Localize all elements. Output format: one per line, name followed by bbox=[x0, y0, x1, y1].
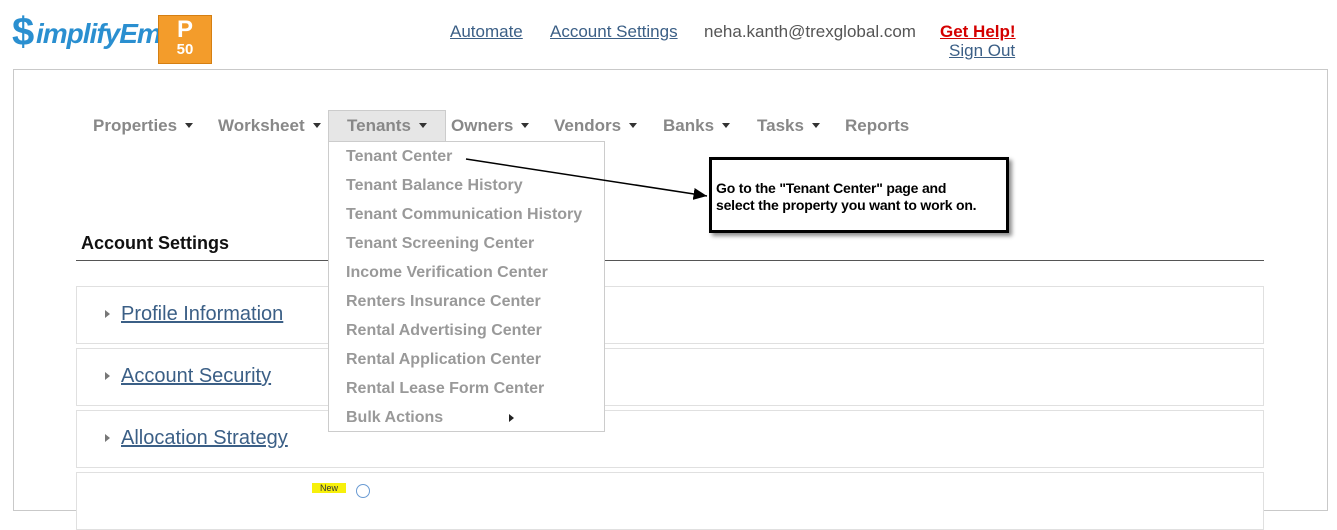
caret-down-icon bbox=[811, 123, 820, 129]
plan-badge-letter: P bbox=[176, 16, 193, 43]
tenants-dropdown-menu: Tenant Center Tenant Balance History Ten… bbox=[328, 141, 605, 432]
menu-item-tenant-screening-center[interactable]: Tenant Screening Center bbox=[346, 235, 534, 253]
title-divider bbox=[76, 260, 1264, 261]
accordion-allocation-strategy[interactable]: Allocation Strategy bbox=[76, 410, 1264, 468]
help-question-icon[interactable] bbox=[356, 484, 370, 498]
nav-properties-label: Properties bbox=[93, 116, 178, 135]
caret-down-icon bbox=[521, 123, 530, 129]
account-settings-link[interactable]: Account Settings bbox=[550, 22, 678, 42]
nav-tenants-label: Tenants bbox=[347, 116, 411, 135]
nav-tasks[interactable]: Tasks bbox=[757, 114, 820, 142]
accordion-profile-information[interactable]: Profile Information bbox=[76, 286, 1264, 344]
page-title: Account Settings bbox=[81, 233, 230, 253]
nav-reports-label: Reports bbox=[845, 116, 910, 135]
profile-information-link[interactable]: Profile Information bbox=[121, 303, 283, 326]
nav-tasks-label: Tasks bbox=[757, 116, 804, 135]
nav-worksheet[interactable]: Worksheet bbox=[218, 114, 321, 142]
accordion-account-security[interactable]: Account Security bbox=[76, 348, 1264, 406]
logo-dollar-symbol: $ bbox=[12, 10, 35, 54]
caret-down-icon bbox=[185, 123, 194, 129]
menu-item-income-verification-center[interactable]: Income Verification Center bbox=[346, 264, 548, 282]
nav-vendors[interactable]: Vendors bbox=[554, 114, 638, 142]
nav-properties[interactable]: Properties bbox=[93, 114, 194, 142]
menu-item-bulk-actions[interactable]: Bulk Actions bbox=[346, 409, 516, 427]
nav-owners-label: Owners bbox=[451, 116, 514, 135]
expand-triangle-icon bbox=[105, 434, 110, 442]
callout-line-1: Go to the "Tenant Center" page and bbox=[716, 180, 947, 196]
new-badge: New bbox=[312, 483, 346, 493]
nav-worksheet-label: Worksheet bbox=[218, 116, 305, 135]
user-email: neha.kanth@trexglobal.com bbox=[704, 22, 916, 41]
account-security-link[interactable]: Account Security bbox=[121, 365, 271, 388]
nav-banks[interactable]: Banks bbox=[663, 114, 731, 142]
nav-vendors-label: Vendors bbox=[554, 116, 622, 135]
submenu-arrow-icon bbox=[509, 414, 514, 422]
caret-down-icon bbox=[629, 123, 638, 129]
nav-banks-label: Banks bbox=[663, 116, 715, 135]
callout-text: Go to the "Tenant Center" page and selec… bbox=[716, 180, 1006, 214]
nav-reports[interactable]: Reports bbox=[845, 114, 909, 142]
get-help-link[interactable]: Get Help! bbox=[940, 22, 1016, 42]
caret-down-icon bbox=[312, 123, 321, 129]
expand-triangle-icon bbox=[105, 310, 110, 318]
menu-item-tenant-communication-history[interactable]: Tenant Communication History bbox=[346, 206, 582, 224]
logo-wordmark: implifyEm bbox=[36, 18, 162, 49]
menu-item-tenant-center[interactable]: Tenant Center bbox=[346, 148, 452, 166]
plan-badge: P 50 bbox=[158, 15, 212, 64]
caret-down-icon bbox=[722, 123, 731, 129]
simplifyem-logo[interactable]: $ implifyEm P 50 bbox=[12, 10, 217, 64]
menu-item-rental-lease-form-center[interactable]: Rental Lease Form Center bbox=[346, 380, 544, 398]
bulk-actions-label: Bulk Actions bbox=[346, 409, 444, 426]
menu-item-renters-insurance-center[interactable]: Renters Insurance Center bbox=[346, 293, 541, 311]
annotation-callout: Go to the "Tenant Center" page and selec… bbox=[709, 157, 1009, 233]
menu-item-rental-application-center[interactable]: Rental Application Center bbox=[346, 351, 541, 369]
automate-link[interactable]: Automate bbox=[450, 22, 523, 42]
menu-item-rental-advertising-center[interactable]: Rental Advertising Center bbox=[346, 322, 542, 340]
sign-out-link[interactable]: Sign Out bbox=[949, 41, 1015, 61]
menu-item-tenant-balance-history[interactable]: Tenant Balance History bbox=[346, 177, 523, 195]
plan-badge-number: 50 bbox=[176, 41, 194, 58]
caret-down-icon bbox=[418, 123, 427, 129]
accordion-row-partial[interactable] bbox=[76, 472, 1264, 530]
expand-triangle-icon bbox=[105, 372, 110, 380]
callout-line-2: select the property you want to work on. bbox=[716, 197, 977, 213]
nav-owners[interactable]: Owners bbox=[451, 114, 530, 142]
nav-tenants[interactable]: Tenants bbox=[328, 110, 446, 142]
allocation-strategy-link[interactable]: Allocation Strategy bbox=[121, 427, 288, 450]
